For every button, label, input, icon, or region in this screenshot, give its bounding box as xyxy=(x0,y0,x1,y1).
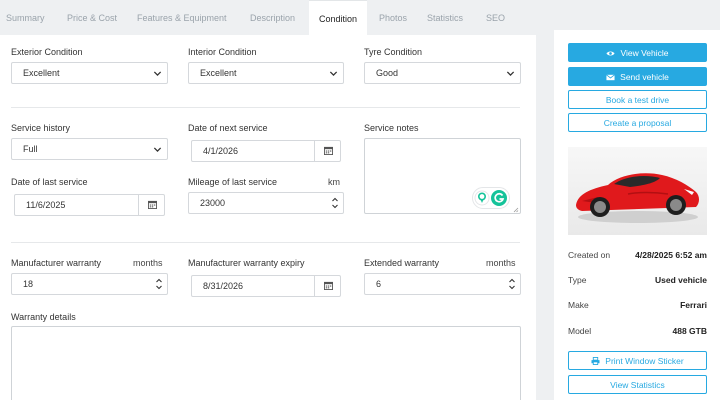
tab-features-equipment[interactable]: Features & Equipment xyxy=(137,0,227,35)
tab-bar: Summary Price & Cost Features & Equipmen… xyxy=(0,0,540,35)
resize-handle[interactable] xyxy=(513,207,519,213)
tyre-condition-label: Tyre Condition xyxy=(364,47,423,57)
view-vehicle-button[interactable]: View Vehicle xyxy=(568,43,707,62)
envelope-icon xyxy=(606,74,615,81)
tab-description[interactable]: Description xyxy=(250,0,295,35)
next-service-label: Date of next service xyxy=(188,123,268,133)
warranty-expiry-input[interactable]: 8/31/2026 xyxy=(191,275,341,297)
calendar-icon xyxy=(324,146,333,155)
extended-warranty-unit: months xyxy=(486,258,516,268)
chevron-down-icon xyxy=(153,147,162,153)
service-notes-label: Service notes xyxy=(364,123,419,133)
model-value: 488 GTB xyxy=(672,326,708,336)
calendar-icon xyxy=(324,281,333,290)
type-label: Type xyxy=(568,275,587,285)
book-test-drive-button[interactable]: Book a test drive xyxy=(568,90,707,109)
extended-warranty-label: Extended warranty xyxy=(364,258,440,268)
calendar-button[interactable] xyxy=(314,141,340,161)
extended-warranty-value: 6 xyxy=(376,279,382,289)
create-proposal-button[interactable]: Create a proposal xyxy=(568,113,707,132)
tab-summary[interactable]: Summary xyxy=(6,0,45,35)
vehicle-photo[interactable] xyxy=(568,147,707,235)
spinner-icon[interactable] xyxy=(508,276,516,292)
view-statistics-button[interactable]: View Statistics xyxy=(568,375,707,394)
eye-icon xyxy=(606,51,616,56)
tab-statistics[interactable]: Statistics xyxy=(427,0,463,35)
warranty-expiry-label: Manufacturer warranty expiry xyxy=(188,258,305,268)
grammarly-icon[interactable] xyxy=(472,187,510,209)
spinner-icon[interactable] xyxy=(331,195,339,211)
next-service-date-value: 4/1/2026 xyxy=(203,146,239,156)
manufacturer-warranty-value: 18 xyxy=(23,279,34,289)
warranty-details-label: Warranty details xyxy=(11,312,76,322)
car-image xyxy=(576,173,699,223)
chevron-down-icon xyxy=(153,71,162,77)
mileage-label: Mileage of last service xyxy=(188,177,278,187)
last-service-date-value: 11/6/2025 xyxy=(26,200,66,210)
mileage-input[interactable]: 23000 xyxy=(188,192,344,214)
warranty-expiry-value: 8/31/2026 xyxy=(203,281,244,291)
interior-condition-value: Excellent xyxy=(200,68,237,78)
chevron-down-icon xyxy=(329,71,338,77)
service-history-value: Full xyxy=(23,144,38,154)
manufacturer-warranty-label: Manufacturer warranty xyxy=(11,258,102,268)
service-history-select[interactable]: Full xyxy=(11,138,168,160)
tyre-condition-select[interactable]: Good xyxy=(364,62,521,84)
tyre-condition-value: Good xyxy=(376,68,399,78)
mileage-unit: km xyxy=(328,177,340,187)
manufacturer-warranty-unit: months xyxy=(133,258,163,268)
mileage-value: 23000 xyxy=(200,198,226,208)
make-label: Make xyxy=(568,300,589,310)
tab-condition[interactable]: Condition xyxy=(309,0,367,35)
divider xyxy=(11,107,520,108)
print-icon xyxy=(591,357,600,365)
extended-warranty-input[interactable]: 6 xyxy=(364,273,521,295)
view-vehicle-label: View Vehicle xyxy=(620,48,669,58)
interior-condition-label: Interior Condition xyxy=(188,47,257,57)
calendar-button[interactable] xyxy=(314,276,340,296)
divider xyxy=(11,242,520,243)
manufacturer-warranty-input[interactable]: 18 xyxy=(11,273,168,295)
vehicle-sidebar: View Vehicle Send vehicle Book a test dr… xyxy=(554,30,720,400)
calendar-icon xyxy=(148,200,157,209)
warranty-details-textarea[interactable] xyxy=(11,326,521,400)
print-window-sticker-label: Print Window Sticker xyxy=(605,356,684,366)
chevron-down-icon xyxy=(506,71,515,77)
tab-photos[interactable]: Photos xyxy=(379,0,407,35)
service-history-label: Service history xyxy=(11,123,71,133)
tab-seo[interactable]: SEO xyxy=(486,0,505,35)
model-label: Model xyxy=(568,326,592,336)
send-vehicle-button[interactable]: Send vehicle xyxy=(568,67,707,86)
exterior-condition-select[interactable]: Excellent xyxy=(11,62,168,84)
next-service-date-input[interactable]: 4/1/2026 xyxy=(191,140,341,162)
condition-form: Exterior Condition Excellent Interior Co… xyxy=(0,35,536,400)
calendar-button[interactable] xyxy=(138,195,164,215)
created-on-label: Created on xyxy=(568,250,611,260)
created-on-value: 4/28/2025 6:52 am xyxy=(635,250,707,260)
spinner-icon[interactable] xyxy=(155,276,163,292)
last-service-label: Date of last service xyxy=(11,177,88,187)
tab-price-cost[interactable]: Price & Cost xyxy=(67,0,117,35)
make-value: Ferrari xyxy=(680,300,707,310)
exterior-condition-label: Exterior Condition xyxy=(11,47,83,57)
type-value: Used vehicle xyxy=(655,275,707,285)
interior-condition-select[interactable]: Excellent xyxy=(188,62,344,84)
print-window-sticker-button[interactable]: Print Window Sticker xyxy=(568,351,707,370)
last-service-date-input[interactable]: 11/6/2025 xyxy=(14,194,165,216)
exterior-condition-value: Excellent xyxy=(23,68,60,78)
send-vehicle-label: Send vehicle xyxy=(620,72,669,82)
